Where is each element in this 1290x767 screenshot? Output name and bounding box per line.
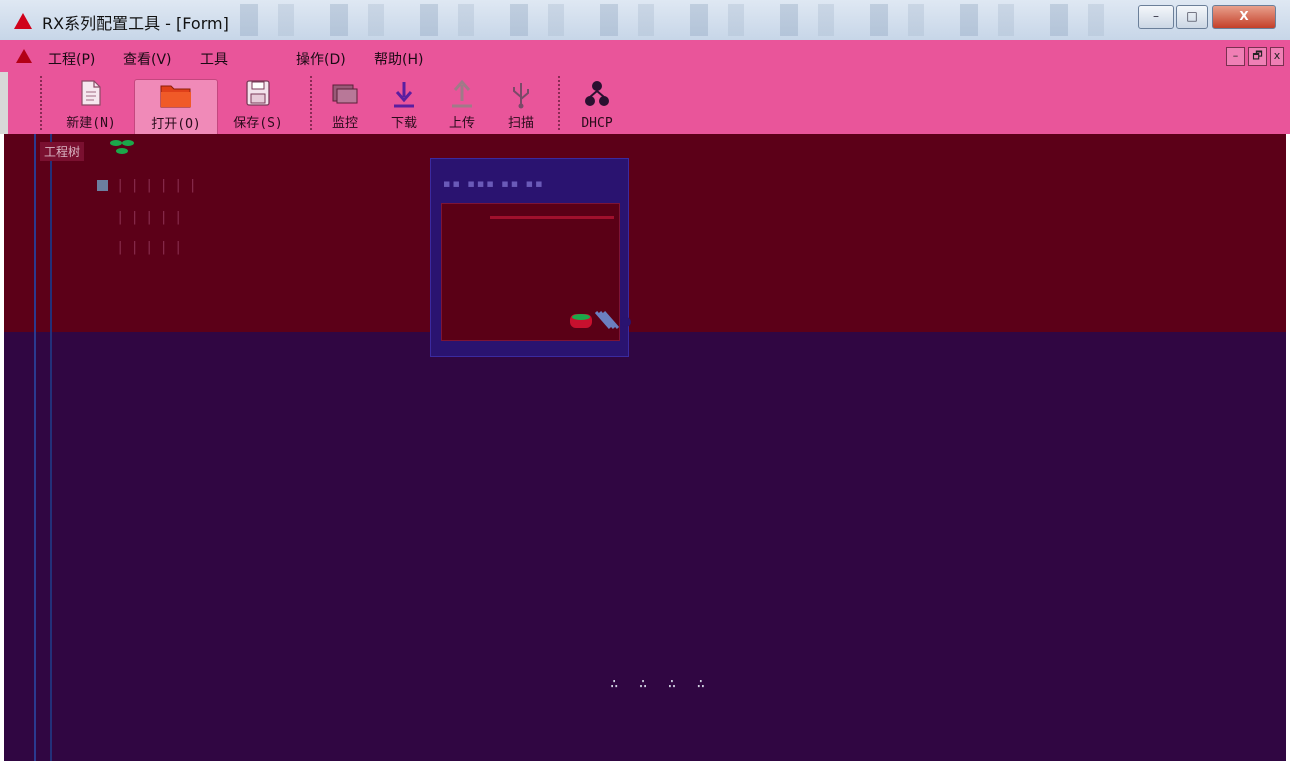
- toolbar-separator-2: [558, 76, 560, 130]
- folder-open-icon: [160, 85, 191, 108]
- titlebar-background-artifact: [240, 4, 1130, 36]
- usb-icon: [513, 83, 529, 109]
- left-window-edge: [0, 72, 8, 134]
- toolbar-separator: [310, 76, 312, 130]
- tree-node-2[interactable]: | | | | |: [118, 210, 183, 225]
- splitter-line-inner[interactable]: [50, 134, 52, 761]
- download-arrow-icon: [394, 82, 414, 108]
- form-window-rule: [490, 216, 614, 219]
- dhcp-button-label: DHCP: [581, 116, 613, 131]
- tree-network-icon: [110, 140, 134, 154]
- menu-help[interactable]: 帮助(H): [374, 49, 423, 69]
- document-logo-icon[interactable]: [16, 49, 32, 63]
- device-status-icon: [570, 311, 631, 329]
- app-logo-icon: [14, 13, 32, 29]
- menu-view[interactable]: 查看(V): [123, 49, 172, 69]
- monitor-button[interactable]: 监控: [322, 79, 368, 135]
- menu-operate[interactable]: 操作(D): [296, 49, 346, 69]
- new-file-icon: [81, 80, 101, 106]
- close-button[interactable]: X: [1212, 5, 1276, 29]
- save-button-label: 保存(S): [233, 116, 283, 131]
- dhcp-button[interactable]: DHCP: [572, 79, 622, 135]
- status-indicator: ∴ ∴ ∴ ∴: [610, 676, 712, 692]
- tree-node-3[interactable]: | | | | |: [118, 240, 183, 255]
- save-icon: [246, 80, 270, 106]
- mdi-minimize-button[interactable]: –: [1226, 47, 1245, 66]
- network-icon: [585, 81, 609, 106]
- workspace-upper-right-area: [630, 134, 1286, 309]
- scan-button-label: 扫描: [507, 116, 534, 131]
- download-button-label: 下载: [390, 116, 417, 131]
- mdi-restore-button[interactable]: 🗗: [1248, 47, 1267, 66]
- download-button[interactable]: 下载: [382, 79, 426, 135]
- upload-button[interactable]: 上传: [440, 79, 484, 135]
- form-window-caption: ▪▪ ▪▪▪ ▪▪ ▪▪: [443, 177, 545, 190]
- monitor-icon: [332, 84, 358, 104]
- new-button[interactable]: 新建(N): [56, 79, 126, 135]
- menu-project[interactable]: 工程(P): [48, 49, 95, 69]
- minimize-button[interactable]: –: [1138, 5, 1174, 29]
- project-tree-tab[interactable]: 工程树: [40, 142, 85, 161]
- toolbar-grip[interactable]: [40, 76, 42, 130]
- tree-expand-toggle[interactable]: [97, 180, 108, 191]
- workspace-lower-area: [4, 309, 1286, 761]
- save-button[interactable]: 保存(S): [224, 79, 292, 135]
- tree-node-1[interactable]: | | | | | |: [118, 178, 198, 193]
- upload-button-label: 上传: [448, 116, 475, 131]
- upload-arrow-icon: [452, 79, 472, 108]
- maximize-button[interactable]: □: [1176, 5, 1208, 29]
- menu-tools[interactable]: 工具: [200, 49, 228, 69]
- monitor-button-label: 监控: [331, 116, 358, 131]
- new-button-label: 新建(N): [66, 116, 116, 131]
- scan-button[interactable]: 扫描: [498, 79, 544, 135]
- open-button[interactable]: 打开(O): [134, 79, 218, 137]
- window-title: RX系列配置工具 - [Form]: [42, 14, 229, 33]
- window-titlebar: RX系列配置工具 - [Form] – □ X: [0, 0, 1290, 41]
- splitter-line[interactable]: [34, 134, 36, 761]
- toolbar: 新建(N) 打开(O) 保存(S) 监控 下载 上传 扫描 DHCP: [0, 72, 1290, 137]
- mdi-close-button[interactable]: x: [1270, 47, 1284, 66]
- menu-bar: 工程(P) 查看(V) 工具 操作(D) 帮助(H) – 🗗 x: [0, 40, 1290, 73]
- open-button-label: 打开(O): [151, 117, 201, 132]
